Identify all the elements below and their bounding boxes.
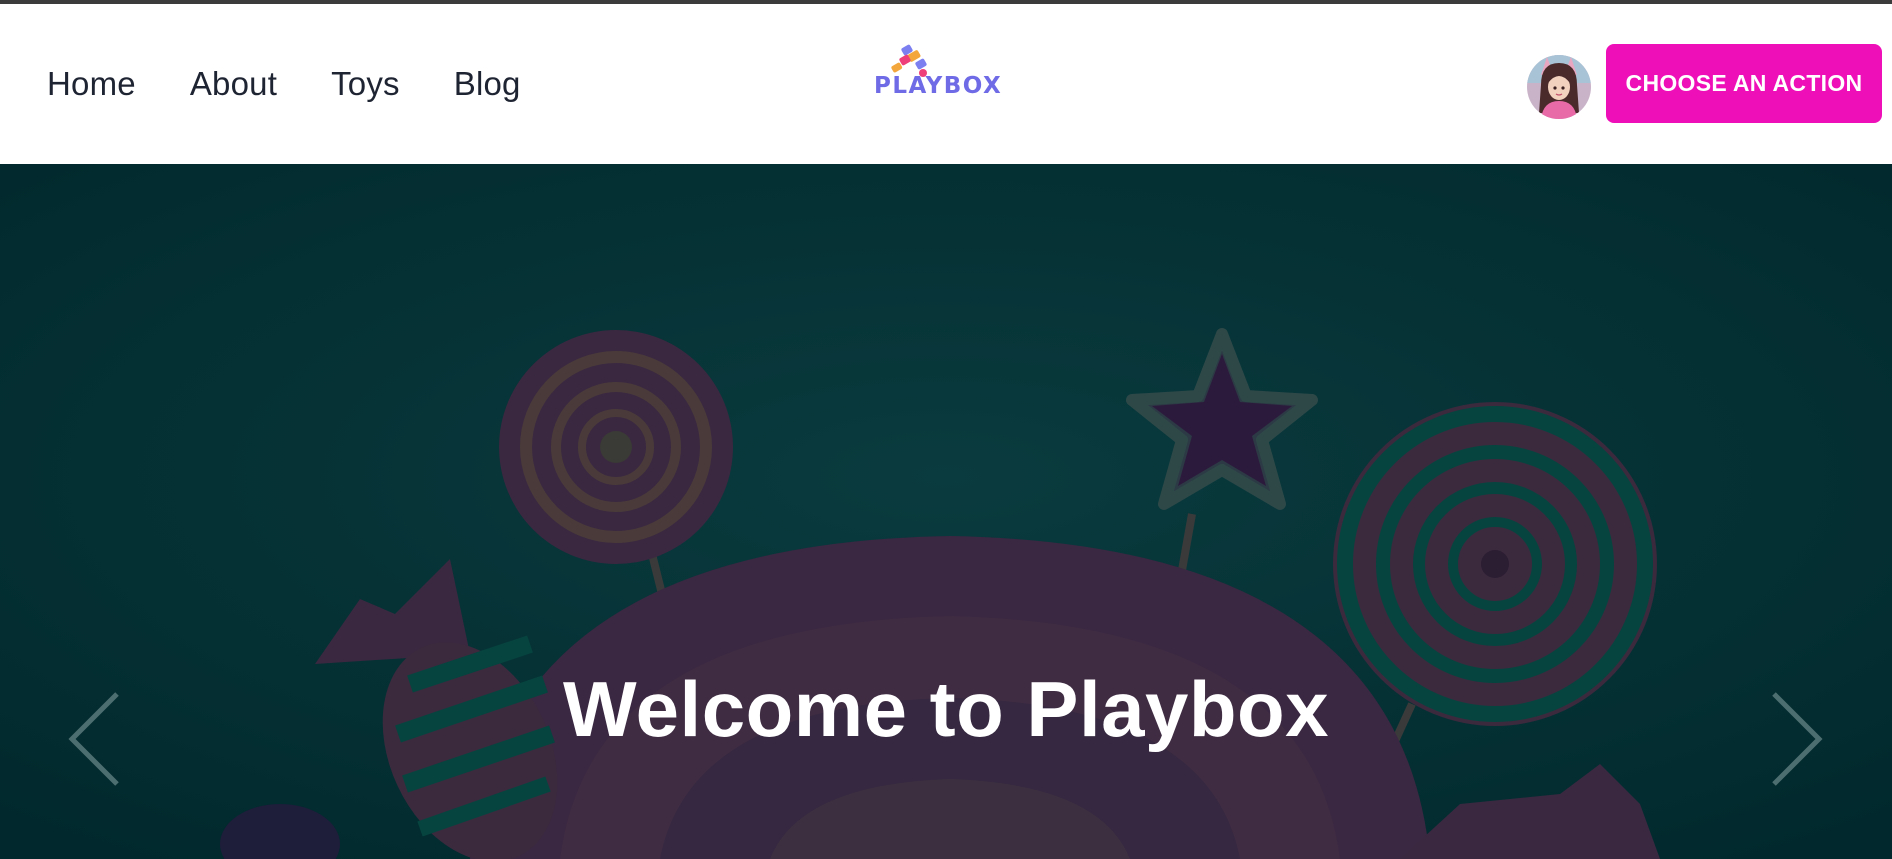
logo-text: PLAYBOX: [874, 73, 1003, 99]
nav-link-home[interactable]: Home: [47, 65, 136, 103]
hero-title: Welcome to Playbox: [562, 665, 1330, 753]
chevron-left-icon: [68, 692, 119, 786]
carousel-next-button[interactable]: [1762, 684, 1832, 794]
nav-link-about[interactable]: About: [190, 65, 277, 103]
lollipop-left: [499, 330, 733, 564]
choose-action-button[interactable]: CHOOSE AN ACTION: [1606, 44, 1882, 123]
playbox-logo[interactable]: PLAYBOX: [872, 40, 1022, 110]
chevron-right-icon: [1772, 692, 1823, 786]
carousel-prev-button[interactable]: [62, 684, 132, 794]
hero-carousel: Welcome to Playbox: [0, 164, 1892, 859]
main-nav: Home About Toys Blog: [47, 4, 521, 164]
nav-link-blog[interactable]: Blog: [454, 65, 521, 103]
nav-link-toys[interactable]: Toys: [331, 65, 400, 103]
user-avatar[interactable]: [1527, 55, 1591, 119]
site-header: Home About Toys Blog PLAYBOX CHOOSE AN A…: [0, 4, 1892, 164]
avatar-image: [1527, 55, 1591, 119]
